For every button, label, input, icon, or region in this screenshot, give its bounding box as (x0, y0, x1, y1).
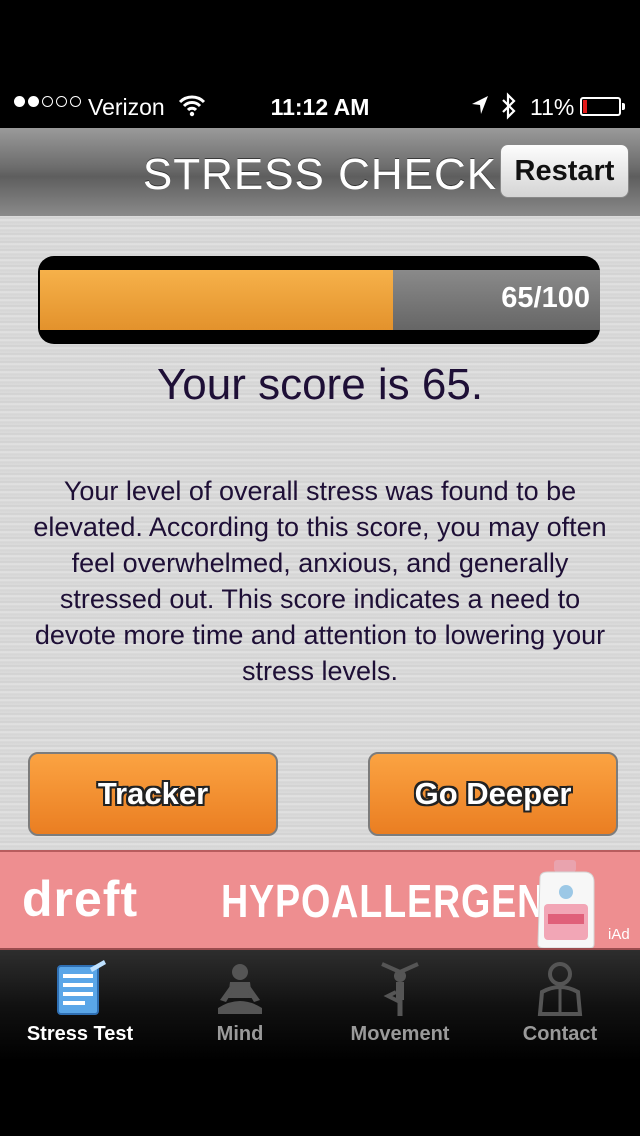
tab-bar: Stress Test Mind Movement Contact (0, 950, 640, 1136)
iad-label: iAd (608, 926, 630, 943)
location-arrow-icon (470, 94, 490, 122)
ad-slogan: HYPOALLERGENIC (221, 875, 585, 927)
tab-movement[interactable]: Movement (320, 950, 480, 1050)
person-icon (530, 958, 590, 1018)
tracker-button[interactable]: Tracker (28, 752, 278, 836)
battery-percentage: 11% (530, 94, 575, 120)
score-description: Your level of overall stress was found t… (33, 476, 607, 686)
status-bar: Verizon 11:12 AM 11% (0, 0, 640, 128)
tab-mind[interactable]: Mind (160, 950, 320, 1050)
ad-brand-logo: dreft (22, 871, 139, 927)
tab-label: Contact (522, 1023, 598, 1045)
tab-label: Movement (350, 1023, 450, 1045)
clipboard-icon (50, 958, 110, 1018)
yoga-pose-icon (370, 958, 430, 1018)
battery-level (583, 100, 587, 113)
tab-contact[interactable]: Contact (480, 950, 640, 1050)
tab-label: Mind (216, 1023, 264, 1045)
score-headline: Your score is 65. (156, 360, 484, 409)
restart-button[interactable]: Restart (500, 144, 629, 198)
meditation-icon (210, 958, 270, 1018)
tab-label: Stress Test (26, 1023, 134, 1045)
battery-icon (580, 97, 625, 116)
tab-stress-test[interactable]: Stress Test (0, 950, 160, 1050)
go-deeper-button[interactable]: Go Deeper (368, 752, 618, 836)
score-value: 65/100 (501, 282, 590, 314)
score-fill (40, 270, 393, 330)
bluetooth-icon (500, 92, 518, 126)
ad-banner[interactable]: dreft HYPOALLERGENIC iAd (0, 850, 640, 950)
detergent-bottle-icon (532, 860, 600, 948)
